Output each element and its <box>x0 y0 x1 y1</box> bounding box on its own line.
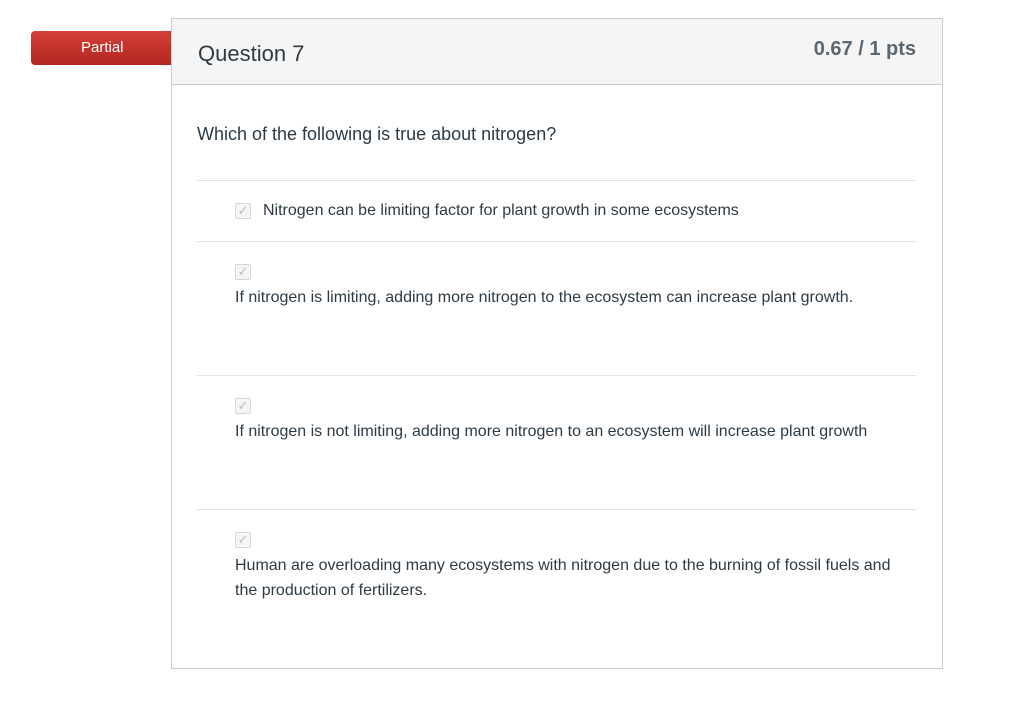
question-body: Which of the following is true about nit… <box>197 124 917 145</box>
answer-option[interactable]: ✓ If nitrogen is not limiting, adding mo… <box>197 375 917 509</box>
answer-text: Human are overloading many ecosystems wi… <box>235 557 891 599</box>
badge-label: Partial <box>81 39 124 56</box>
answer-option[interactable]: ✓ If nitrogen is limiting, adding more n… <box>197 241 917 375</box>
partial-credit-badge: Partial <box>31 31 190 65</box>
check-icon[interactable]: ✓ <box>235 264 251 280</box>
answer-option[interactable]: ✓ Human are overloading many ecosystems … <box>197 509 917 639</box>
answer-list: ✓ Nitrogen can be limiting factor for pl… <box>197 180 917 639</box>
answer-text: If nitrogen is not limiting, adding more… <box>235 423 868 440</box>
check-icon[interactable]: ✓ <box>235 203 251 219</box>
answer-text: Nitrogen can be limiting factor for plan… <box>263 202 739 219</box>
question-content: Which of the following is true about nit… <box>171 18 943 669</box>
check-icon[interactable]: ✓ <box>235 532 251 548</box>
quiz-results-page: Partial Question 7 0.67 / 1 pts Which of… <box>0 0 1024 702</box>
answer-option[interactable]: ✓ Nitrogen can be limiting factor for pl… <box>197 180 917 241</box>
answer-text: If nitrogen is limiting, adding more nit… <box>235 289 854 306</box>
check-icon[interactable]: ✓ <box>235 398 251 414</box>
question-text: Which of the following is true about nit… <box>197 124 557 144</box>
